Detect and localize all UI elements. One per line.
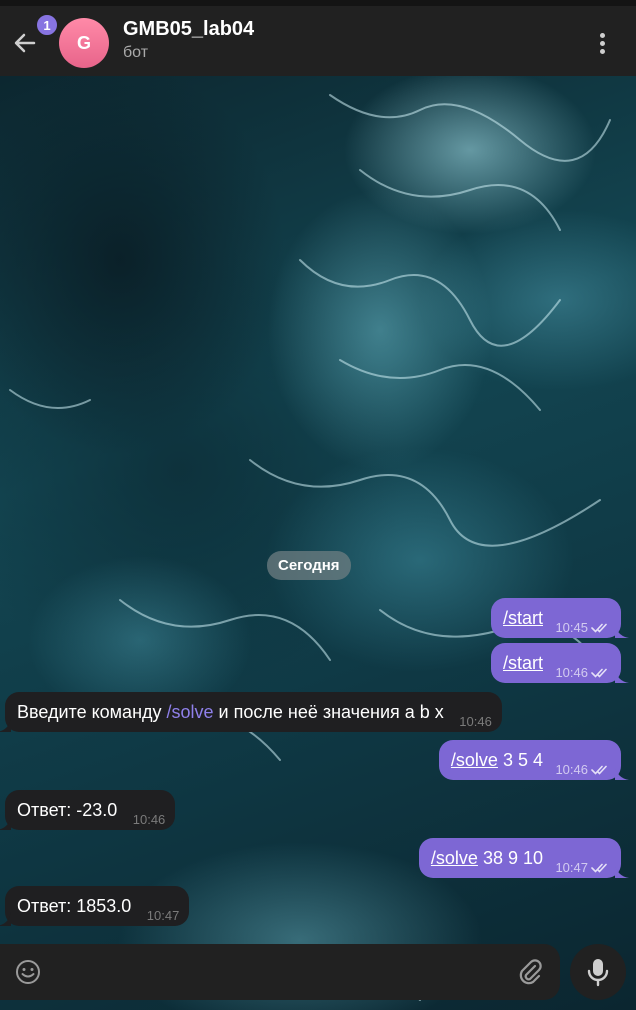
chat-info[interactable]: GMB05_lab04 бот <box>123 18 254 62</box>
bot-command-link[interactable]: /start <box>503 653 543 673</box>
message-meta: 10:47 <box>555 858 611 878</box>
message-text: /start <box>503 653 543 673</box>
more-vertical-icon[interactable] <box>588 26 616 60</box>
double-check-icon <box>591 623 607 633</box>
chat-subtitle: бот <box>123 44 149 61</box>
message-meta: 10:47 <box>147 906 180 926</box>
bubble-tail <box>615 624 629 638</box>
double-check-icon <box>591 765 607 775</box>
message-text: /solve 38 9 10 <box>431 848 543 868</box>
message-meta: 10:46 <box>555 760 611 780</box>
chat-title: GMB05_lab04 <box>123 18 255 40</box>
unread-badge: 1 <box>35 13 59 37</box>
avatar[interactable]: G <box>59 18 109 68</box>
message-input[interactable] <box>58 954 498 990</box>
message-meta: 10:46 <box>133 810 166 830</box>
double-check-icon <box>591 863 607 873</box>
bubble-tail <box>0 912 11 926</box>
message-meta: 10:45 <box>555 618 611 638</box>
bubble-tail <box>0 718 11 732</box>
emoji-icon[interactable] <box>14 958 42 986</box>
arrow-left-icon <box>14 33 36 53</box>
outgoing-message[interactable]: /start 10:45 <box>490 598 629 638</box>
message-time: 10:46 <box>555 762 588 777</box>
bot-command-link[interactable]: /solve <box>451 750 498 770</box>
message-time: 10:45 <box>555 620 588 635</box>
message-time: 10:46 <box>555 665 588 680</box>
paperclip-icon[interactable] <box>514 956 546 988</box>
message-time: 10:47 <box>146 908 180 923</box>
outgoing-message[interactable]: /solve 3 5 4 10:46 <box>438 740 629 780</box>
microphone-icon <box>587 959 609 987</box>
message-text-part: и после неё значения a b x <box>213 702 444 722</box>
microphone-button[interactable] <box>570 944 626 1000</box>
message-text-part: Ответ: 1853.0 <box>17 896 132 916</box>
bubble-tail <box>0 816 11 830</box>
message-composer <box>0 944 560 1000</box>
message-text-part: Введите команду <box>17 702 167 722</box>
message-text: /solve 3 5 4 <box>451 750 543 770</box>
bot-command-link[interactable]: /solve <box>431 848 478 868</box>
avatar-letter: G <box>76 32 91 53</box>
bot-command-link[interactable]: /start <box>503 608 543 628</box>
incoming-message[interactable]: Ответ: 1853.0 10:47 <box>0 886 190 926</box>
date-separator: Сегодня <box>267 551 351 580</box>
message-text: /start <box>503 608 543 628</box>
message-text-part: Ответ: -23.0 <box>17 800 118 820</box>
message-text: Ответ: 1853.0 <box>17 896 131 916</box>
message-time: 10:46 <box>132 812 166 827</box>
incoming-message[interactable]: Введите команду /solve и после неё значе… <box>0 692 502 732</box>
message-text: Ответ: -23.0 <box>17 800 117 820</box>
bubble-tail <box>615 766 629 780</box>
incoming-message[interactable]: Ответ: -23.0 10:46 <box>0 790 176 830</box>
message-text-part: 38 9 10 <box>477 848 543 868</box>
bot-command-link[interactable]: /solve <box>167 702 214 722</box>
bubble-tail <box>615 864 629 878</box>
message-time: 10:47 <box>555 860 588 875</box>
message-time: 10:46 <box>459 714 492 729</box>
outgoing-message[interactable]: /start 10:46 <box>490 643 629 683</box>
outgoing-message[interactable]: /solve 38 9 10 10:47 <box>418 838 629 878</box>
message-text: Введите команду /solve и после неё значе… <box>17 702 444 722</box>
message-meta: 10:46 <box>555 663 611 683</box>
bubble-tail <box>615 669 629 683</box>
message-meta: 10:46 <box>459 712 492 732</box>
message-text-part: 3 5 4 <box>497 750 543 770</box>
double-check-icon <box>591 668 607 678</box>
chat-header: 1 G GMB05_lab04 бот <box>0 6 636 76</box>
